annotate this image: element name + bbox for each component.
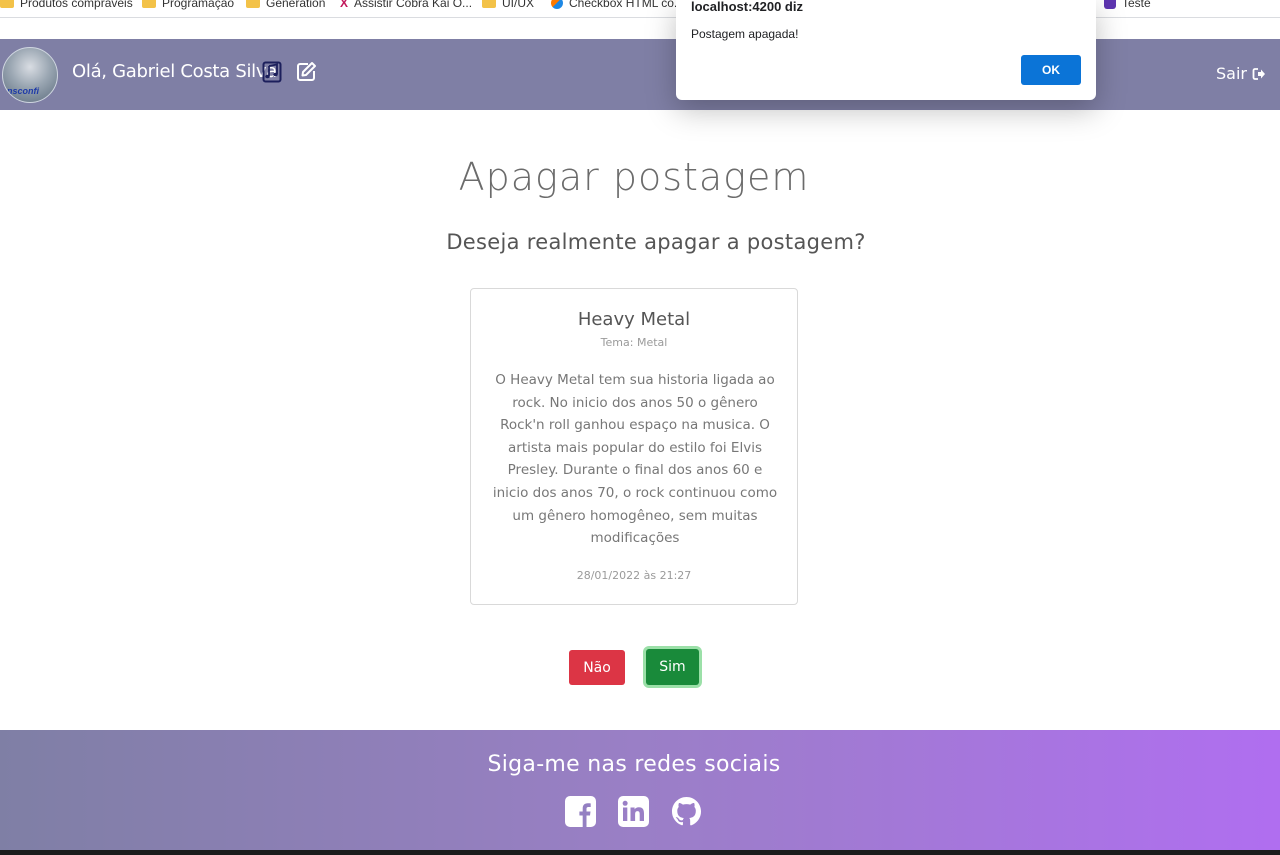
post-title: Heavy Metal bbox=[577, 309, 691, 330]
bookmark-label: Assistir Cobra Kai O... bbox=[354, 0, 473, 10]
post-theme: Tema: Metal bbox=[600, 336, 668, 349]
bookmark-item[interactable]: UI/UX bbox=[482, 0, 534, 11]
folder-icon bbox=[142, 0, 156, 8]
bookmark-item[interactable]: Programação bbox=[142, 0, 234, 11]
bookmark-item[interactable]: Produtos compráveis bbox=[0, 0, 133, 11]
post-card: Heavy Metal Tema: Metal O Heavy Metal te… bbox=[470, 288, 798, 605]
avatar: nsconfi bbox=[2, 47, 58, 103]
bookmark-label: Teste bbox=[1122, 0, 1151, 10]
bookmark-item[interactable]: Checkbox HTML co... bbox=[551, 0, 684, 11]
dialog-origin: localhost:4200 diz bbox=[691, 0, 803, 14]
logout-label: Sair bbox=[1216, 64, 1247, 83]
folder-icon bbox=[0, 0, 14, 8]
bookmark-item[interactable]: Teste bbox=[1104, 0, 1151, 11]
alert-dialog: localhost:4200 diz Postagem apagada! OK bbox=[676, 0, 1096, 100]
bookmark-label: UI/UX bbox=[502, 0, 535, 10]
edit-icon[interactable] bbox=[296, 61, 317, 82]
bottom-bar bbox=[0, 850, 1280, 855]
post-text: O Heavy Metal tem sua historia ligada ao… bbox=[492, 372, 778, 547]
footer-title: Siga-me nas redes sociais bbox=[487, 752, 781, 777]
bookmark-label: Programação bbox=[162, 0, 235, 10]
page-title: Apagar postagem bbox=[458, 155, 810, 199]
dialog-ok-button[interactable]: OK bbox=[1021, 55, 1081, 85]
folder-icon bbox=[482, 0, 496, 8]
logout-button[interactable]: Sair bbox=[1216, 64, 1266, 83]
post-date: 28/01/2022 às 21:27 bbox=[576, 569, 692, 582]
checkbox-site-icon bbox=[551, 0, 563, 9]
footer: Siga-me nas redes sociais bbox=[0, 730, 1280, 850]
bookmark-label: Produtos compráveis bbox=[20, 0, 133, 10]
bookmark-label: Checkbox HTML co... bbox=[569, 0, 684, 10]
x-icon: X bbox=[340, 0, 349, 10]
sign-out-icon bbox=[1252, 67, 1265, 80]
dialog-message: Postagem apagada! bbox=[691, 27, 799, 41]
music-note-icon bbox=[262, 61, 282, 83]
facebook-icon[interactable] bbox=[565, 796, 596, 827]
github-icon[interactable] bbox=[671, 796, 702, 827]
confirm-delete-button[interactable]: Sim bbox=[646, 649, 699, 685]
linkedin-icon[interactable] bbox=[618, 796, 649, 827]
bookmark-item[interactable]: X Assistir Cobra Kai O... bbox=[340, 0, 472, 11]
folder-icon bbox=[246, 0, 260, 8]
bookmark-label: Generation bbox=[266, 0, 326, 10]
bookmark-item[interactable]: Generation bbox=[246, 0, 325, 11]
confirm-question: Deseja realmente apagar a postagem? bbox=[446, 230, 866, 254]
purple-app-icon bbox=[1104, 0, 1116, 9]
cancel-button[interactable]: Não bbox=[569, 650, 625, 685]
user-greeting: Olá, Gabriel Costa Silva bbox=[72, 61, 277, 82]
avatar-tag: nsconfi bbox=[7, 86, 40, 96]
